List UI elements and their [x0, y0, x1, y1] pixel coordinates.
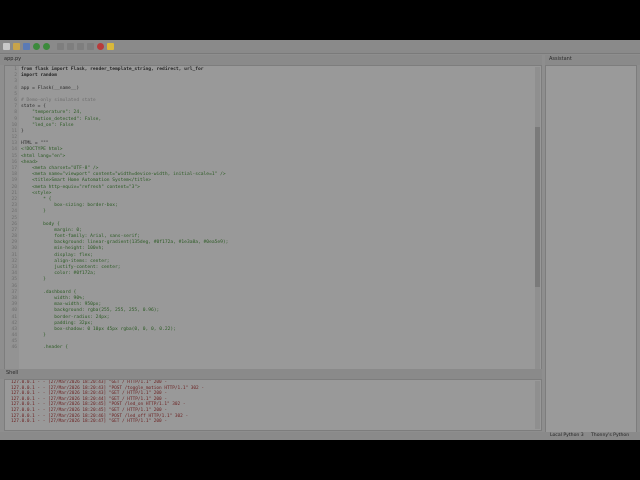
- shell-output: 127.0.0.1 - - [27/Mar/2026 18:20:43] "GE…: [5, 380, 541, 425]
- shell-scrollbar[interactable]: [535, 381, 540, 429]
- shell-tab-bar: Shell: [0, 369, 542, 379]
- code-lines: 1 from flask import Flask, render_templat…: [5, 67, 228, 352]
- debug-icon[interactable]: [43, 43, 50, 50]
- interpreter-status[interactable]: Local Python 3: [550, 433, 584, 438]
- line-number: 46: [11, 345, 17, 351]
- editor-scrollbar[interactable]: [535, 67, 540, 396]
- editor-tab-bar: app.py: [0, 55, 542, 65]
- ukraine-flag-icon[interactable]: [107, 43, 114, 50]
- open-file-icon[interactable]: [13, 43, 20, 50]
- code-line: 46 .header {: [5, 345, 228, 351]
- step-over-icon[interactable]: [57, 43, 64, 50]
- tab-assistant[interactable]: Assistant: [549, 56, 572, 62]
- editor-scrollbar-thumb[interactable]: [535, 127, 540, 287]
- toolbar: [0, 40, 640, 54]
- code-editor[interactable]: 1 from flask import Flask, render_templat…: [4, 65, 542, 398]
- tab-app-py[interactable]: app.py: [4, 56, 21, 62]
- step-into-icon[interactable]: [67, 43, 74, 50]
- code-text: .header {: [21, 345, 69, 351]
- stop-icon[interactable]: [97, 43, 104, 50]
- resume-icon[interactable]: [87, 43, 94, 50]
- status-bar: Local Python 3 Thonny's Python: [0, 432, 640, 440]
- ide-window: app.py 1 from flask import Flask, render_…: [0, 40, 640, 440]
- assistant-panel: [545, 65, 637, 435]
- run-icon[interactable]: [33, 43, 40, 50]
- python-name-status[interactable]: Thonny's Python: [591, 433, 629, 438]
- shell-console[interactable]: 127.0.0.1 - - [27/Mar/2026 18:20:43] "GE…: [4, 379, 542, 431]
- tab-shell[interactable]: Shell: [6, 370, 18, 376]
- step-out-icon[interactable]: [77, 43, 84, 50]
- assistant-tab-bar: Assistant: [545, 55, 640, 65]
- shell-log-line: 127.0.0.1 - - [27/Mar/2026 18:20:47] "GE…: [11, 419, 167, 425]
- save-icon[interactable]: [23, 43, 30, 50]
- new-file-icon[interactable]: [3, 43, 10, 50]
